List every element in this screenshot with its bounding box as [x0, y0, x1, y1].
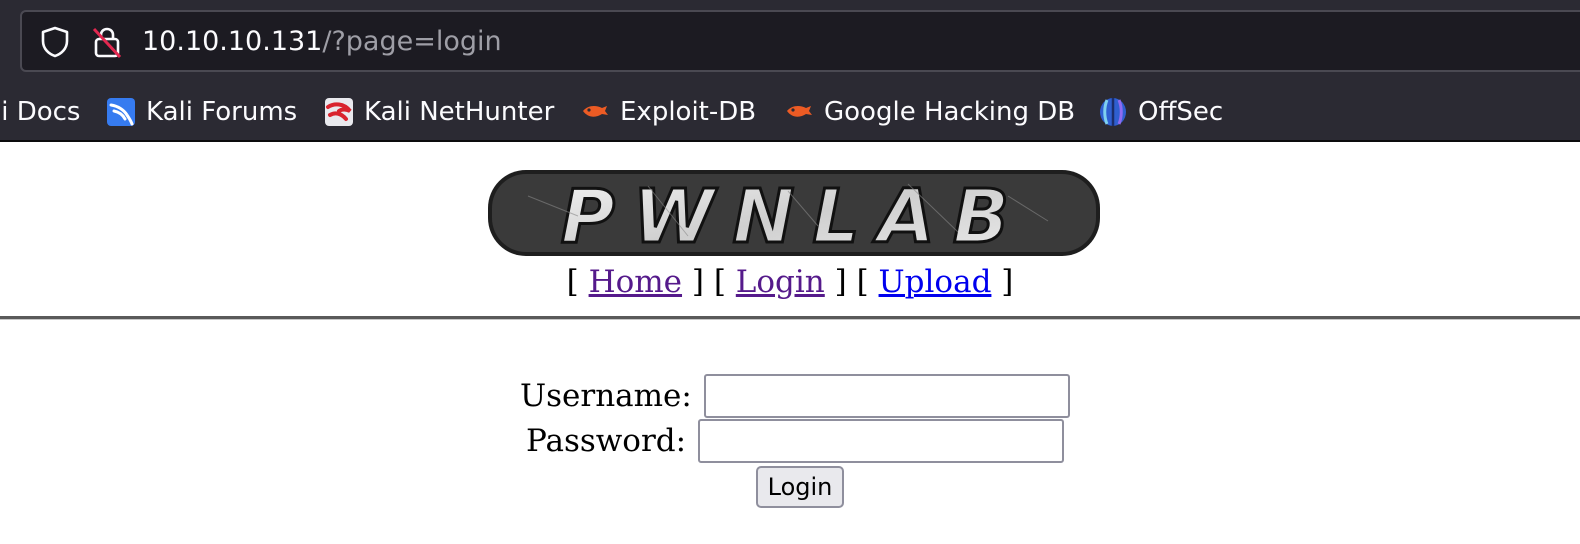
- nav-bracket-open: [: [566, 264, 579, 300]
- bookmark-label: Kali NetHunter: [364, 97, 555, 127]
- page-content: PWNLAB [ Home ] [ Login ] [ Upload ] Use…: [0, 142, 1580, 544]
- pwnlab-logo: PWNLAB: [488, 170, 1100, 262]
- kali-forums-icon: [107, 98, 135, 126]
- nav-separator: ] [: [834, 264, 869, 300]
- browser-chrome: 10.10.10.131/?page=login li Docs Kali Fo…: [0, 0, 1580, 142]
- bookmark-label: OffSec: [1138, 97, 1224, 127]
- bookmark-kali-docs[interactable]: li Docs: [0, 92, 80, 132]
- bookmarks-toolbar: li Docs Kali Forums Kali NetHunter Explo…: [0, 84, 1580, 140]
- nav-separator: ] [: [691, 264, 726, 300]
- url-text[interactable]: 10.10.10.131/?page=login: [142, 24, 502, 60]
- site-nav: [ Home ] [ Login ] [ Upload ]: [0, 260, 1580, 304]
- horizontal-rule: [0, 316, 1580, 320]
- bookmark-kali-nethunter[interactable]: Kali NetHunter: [324, 92, 554, 132]
- bookmark-label: Exploit-DB: [620, 97, 757, 127]
- kali-nethunter-icon: [325, 98, 353, 126]
- bookmark-google-hacking-db[interactable]: Google Hacking DB: [784, 92, 1075, 132]
- nav-link-home[interactable]: Home: [589, 264, 682, 300]
- password-input[interactable]: [698, 419, 1065, 463]
- address-bar[interactable]: 10.10.10.131/?page=login: [20, 10, 1580, 72]
- username-label: Username:: [520, 378, 692, 414]
- username-input[interactable]: [703, 374, 1070, 418]
- url-path: /?page=login: [322, 26, 502, 57]
- bookmark-label: li Docs: [0, 97, 81, 127]
- ghdb-icon: [787, 106, 812, 117]
- exploit-db-icon: [583, 106, 608, 117]
- nav-link-upload[interactable]: Upload: [879, 264, 992, 300]
- offsec-icon: [1100, 98, 1126, 126]
- username-row: Username:: [520, 374, 1070, 418]
- url-host: 10.10.10.131: [142, 26, 323, 57]
- logo-text: PWNLAB: [561, 174, 1028, 260]
- nav-link-login[interactable]: Login: [736, 264, 825, 300]
- bookmark-kali-forums[interactable]: Kali Forums: [106, 92, 297, 132]
- shield-icon[interactable]: [38, 25, 72, 59]
- bookmark-label: Kali Forums: [146, 97, 298, 127]
- password-label: Password:: [526, 423, 687, 459]
- nav-bracket-close: ]: [1001, 264, 1014, 300]
- insecure-lock-icon[interactable]: [90, 25, 124, 59]
- bookmark-exploit-db[interactable]: Exploit-DB: [580, 92, 756, 132]
- login-button[interactable]: Login: [756, 466, 844, 508]
- password-row: Password:: [526, 419, 1065, 463]
- bookmark-offsec[interactable]: OffSec: [1098, 92, 1223, 132]
- bookmark-label: Google Hacking DB: [824, 97, 1076, 127]
